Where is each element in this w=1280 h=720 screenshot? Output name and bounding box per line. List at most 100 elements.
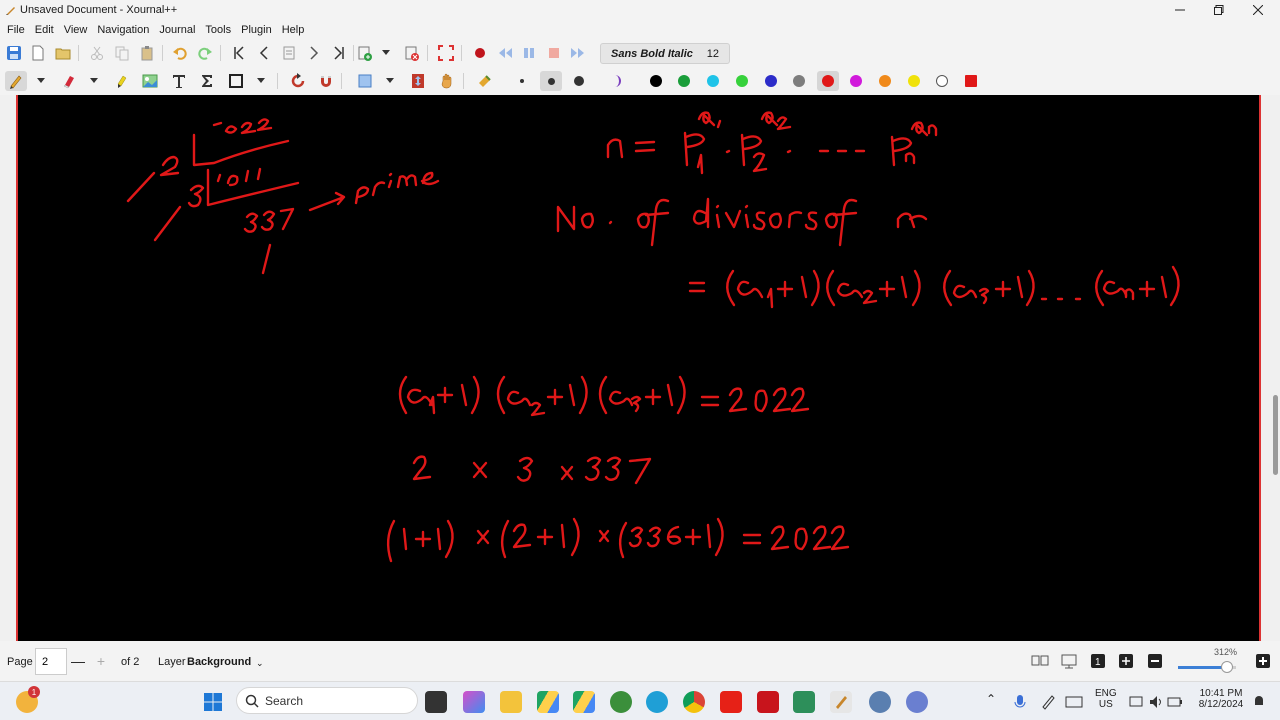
canvas-area[interactable] [0,95,1280,641]
select-dropdown[interactable] [380,71,400,91]
task-view-icon[interactable] [425,691,447,713]
insert-page-icon[interactable] [354,43,376,63]
color-swatch-green[interactable] [678,75,690,87]
eraser-icon[interactable] [58,71,80,91]
menu-view[interactable]: View [59,20,93,40]
acrobat-icon[interactable] [757,691,779,713]
language-indicator[interactable]: ENG US [1095,688,1117,710]
vertical-scrollbar[interactable] [1270,95,1280,641]
two-pages-icon[interactable] [1031,652,1049,670]
zoom-fit-icon[interactable] [1117,652,1135,670]
menu-help[interactable]: Help [277,20,310,40]
rotate-snap-icon[interactable] [287,71,309,91]
pause-icon[interactable] [518,43,540,63]
last-page-icon[interactable] [328,43,350,63]
color-swatch-white[interactable] [936,75,948,87]
color-swatch-magenta[interactable] [850,75,862,87]
sigma-icon[interactable] [196,71,218,91]
vertical-space-icon[interactable] [407,71,429,91]
shape-dropdown[interactable] [251,71,271,91]
battery-icon[interactable] [1166,691,1184,713]
journal-page[interactable] [18,95,1259,641]
stop-icon[interactable] [543,43,565,63]
zoom-in-icon[interactable] [1254,652,1272,670]
rewind-icon[interactable] [494,43,516,63]
fill-icon[interactable] [474,71,496,91]
pen-icon[interactable] [5,71,27,91]
color-picker-icon[interactable] [607,71,629,91]
eraser-dropdown[interactable] [84,71,104,91]
xournal-taskbar-icon[interactable] [830,691,852,713]
select-rectangle-icon[interactable] [354,71,376,91]
delete-page-icon[interactable] [401,43,423,63]
menu-plugin[interactable]: Plugin [236,20,277,40]
fast-forward-icon[interactable] [567,43,589,63]
taskbar-search-box[interactable]: Search [236,687,418,714]
menu-file[interactable]: File [2,20,30,40]
next-page-icon[interactable] [303,43,325,63]
color-swatch-cyan[interactable] [707,75,719,87]
copilot-icon[interactable] [463,691,485,713]
touch-keyboard-icon[interactable] [1065,691,1083,713]
color-swatch-black[interactable] [650,75,662,87]
open-folder-icon[interactable] [52,43,74,63]
network-icon[interactable] [1128,691,1146,713]
google-drive-icon[interactable] [537,691,559,713]
close-button[interactable] [1238,0,1278,20]
notification-bell-icon[interactable] [1252,691,1266,713]
save-icon[interactable] [3,43,25,63]
insert-page-dropdown[interactable] [376,43,396,63]
chevron-down-icon[interactable]: ⌄ [256,658,264,669]
text-icon[interactable] [168,71,190,91]
windows-start-icon[interactable] [202,691,224,713]
color-swatch-orange[interactable] [879,75,891,87]
rectangle-icon[interactable] [225,71,247,91]
font-selector-button[interactable]: Sans Bold Italic 12 [600,43,730,64]
first-page-icon[interactable] [228,43,250,63]
google-drive-icon-2[interactable] [573,691,595,713]
volume-icon[interactable] [1148,691,1166,713]
medium-line-icon[interactable] [540,71,562,91]
menu-edit[interactable]: Edit [30,20,59,40]
clock[interactable]: 10:41 PM 8/12/2024 [1192,688,1250,710]
zoom-out-icon[interactable] [1146,652,1164,670]
custom-color-button[interactable] [965,75,977,87]
color-swatch-blue[interactable] [765,75,777,87]
color-swatch-light-green[interactable] [736,75,748,87]
menu-journal[interactable]: Journal [154,20,200,40]
cut-icon[interactable] [86,43,108,63]
chrome-profile-icon[interactable] [610,691,632,713]
paste-icon[interactable] [136,43,158,63]
thick-line-icon[interactable] [568,71,590,91]
color-swatch-gray[interactable] [793,75,805,87]
thin-line-icon[interactable] [511,71,533,91]
app-icon[interactable] [793,691,815,713]
goto-page-icon[interactable] [278,43,300,63]
page-number-input[interactable] [35,648,67,675]
magnet-icon[interactable] [315,71,337,91]
new-document-icon[interactable] [27,43,49,63]
image-icon[interactable] [139,71,161,91]
minimize-button[interactable] [1160,0,1200,20]
edge-icon[interactable] [646,691,668,713]
color-swatch-red[interactable] [822,75,834,87]
chrome-profile-b-icon[interactable] [906,691,928,713]
presentation-mode-icon[interactable] [1060,652,1078,670]
previous-page-icon[interactable] [253,43,275,63]
color-swatch-yellow[interactable] [908,75,920,87]
maximize-button[interactable] [1199,0,1239,20]
page-increment-button[interactable]: + [90,650,112,672]
hand-icon[interactable] [436,71,458,91]
pen-dropdown[interactable] [31,71,51,91]
fullscreen-icon[interactable] [435,43,457,63]
pen-tray-icon[interactable] [1040,691,1058,713]
record-icon[interactable] [469,43,491,63]
layer-selector[interactable]: Background [187,656,251,668]
redo-icon[interactable] [194,43,216,63]
copy-icon[interactable] [111,43,133,63]
youtube-icon[interactable] [720,691,742,713]
chevron-up-icon[interactable]: ⌃ [986,692,996,706]
microphone-icon[interactable] [1013,691,1027,713]
menu-tools[interactable]: Tools [200,20,236,40]
undo-icon[interactable] [169,43,191,63]
